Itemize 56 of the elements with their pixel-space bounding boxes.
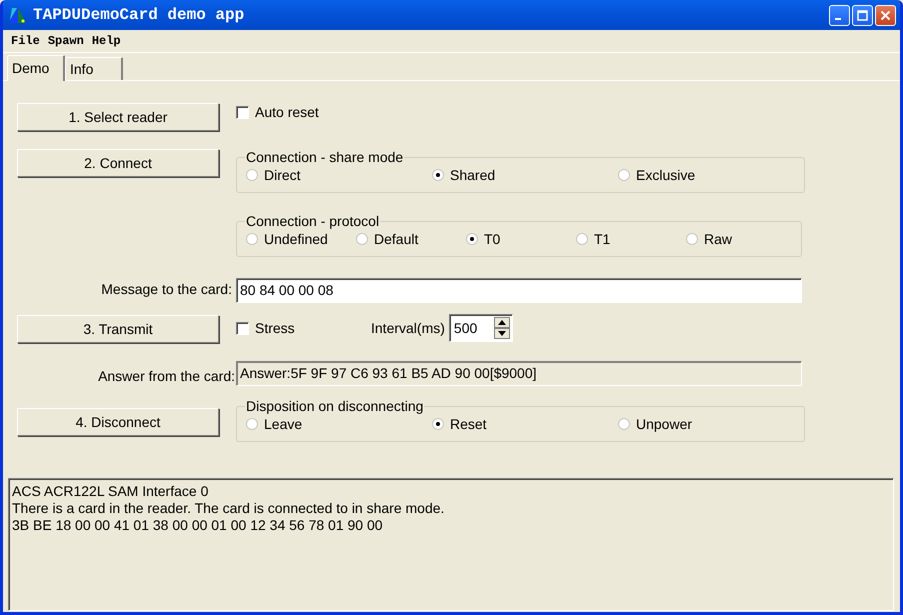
group-title: Disposition on disconnecting	[245, 398, 424, 414]
interval-label: Interval(ms)	[371, 320, 445, 336]
radio-label: T1	[594, 231, 610, 247]
maximize-icon	[857, 10, 868, 20]
radio-label: Direct	[264, 167, 301, 183]
select-reader-button[interactable]: 1. Select reader	[17, 103, 219, 131]
radio-button[interactable]	[466, 233, 478, 245]
tab[interactable]: Demo	[7, 55, 65, 81]
spin-arrows-icon[interactable]	[494, 317, 510, 339]
radio-label: Undefined	[264, 231, 328, 247]
radio-button[interactable]	[432, 169, 444, 181]
radio-label: Default	[374, 231, 418, 247]
radio-button[interactable]	[246, 418, 258, 430]
window-title: TAPDUDemoCard demo app	[33, 6, 246, 24]
radio-button[interactable]	[356, 233, 368, 245]
checkbox[interactable]	[236, 106, 249, 118]
connect-button[interactable]: 2. Connect	[17, 149, 219, 177]
radio-label: Shared	[450, 167, 496, 183]
radio-button[interactable]	[576, 233, 588, 245]
log-line: There is a card in the reader. The card is connected to in share mode.	[12, 500, 446, 517]
maximize-button[interactable]	[852, 4, 873, 26]
radio-label: Unpower	[636, 416, 692, 432]
transmit-button[interactable]: 3. Transmit	[17, 315, 219, 343]
close-icon	[880, 10, 891, 20]
menu-item[interactable]: Help	[88, 34, 125, 48]
close-button[interactable]	[875, 4, 896, 26]
log-line: ACS ACR122L SAM Interface 0	[12, 483, 210, 500]
app-icon	[9, 6, 27, 24]
field-label: Message to the card:	[101, 281, 232, 297]
radio-button[interactable]	[618, 418, 630, 430]
radio-label: Raw	[704, 231, 732, 247]
log-line: 3B BE 18 00 00 41 01 38 00 00 01 00 12 34 56 78 01 90 00	[12, 517, 384, 534]
radio-label: T0	[484, 231, 500, 247]
checkbox-label: Stress	[255, 320, 295, 336]
checkbox-label: Auto reset	[255, 104, 319, 120]
radio-button[interactable]	[432, 418, 444, 430]
radio-label: Reset	[450, 416, 487, 432]
radio-label: Leave	[264, 416, 302, 432]
disconnect-button[interactable]: 4. Disconnect	[17, 408, 219, 436]
minimize-icon	[834, 18, 840, 20]
field-label: Answer from the card:	[98, 368, 235, 384]
minimize-button[interactable]	[829, 4, 850, 26]
radio-button[interactable]	[246, 233, 258, 245]
message-field[interactable]: 80 84 00 00 08	[236, 278, 802, 303]
radio-button[interactable]	[686, 233, 698, 245]
interval-spinbox[interactable]: 500	[448, 314, 513, 342]
menu-item[interactable]: File	[7, 34, 44, 48]
radio-button[interactable]	[618, 169, 630, 181]
group-title: Connection - share mode	[245, 149, 404, 165]
group-title: Connection - protocol	[245, 213, 380, 229]
radio-button[interactable]	[246, 169, 258, 181]
radio-label: Exclusive	[636, 167, 696, 183]
menu-item[interactable]: Spawn	[44, 34, 88, 48]
answer-field: Answer:5F 9F 97 C6 93 61 B5 AD 90 00[$9000]	[236, 361, 802, 386]
tab[interactable]: Info	[65, 57, 123, 80]
checkbox[interactable]	[236, 322, 249, 334]
